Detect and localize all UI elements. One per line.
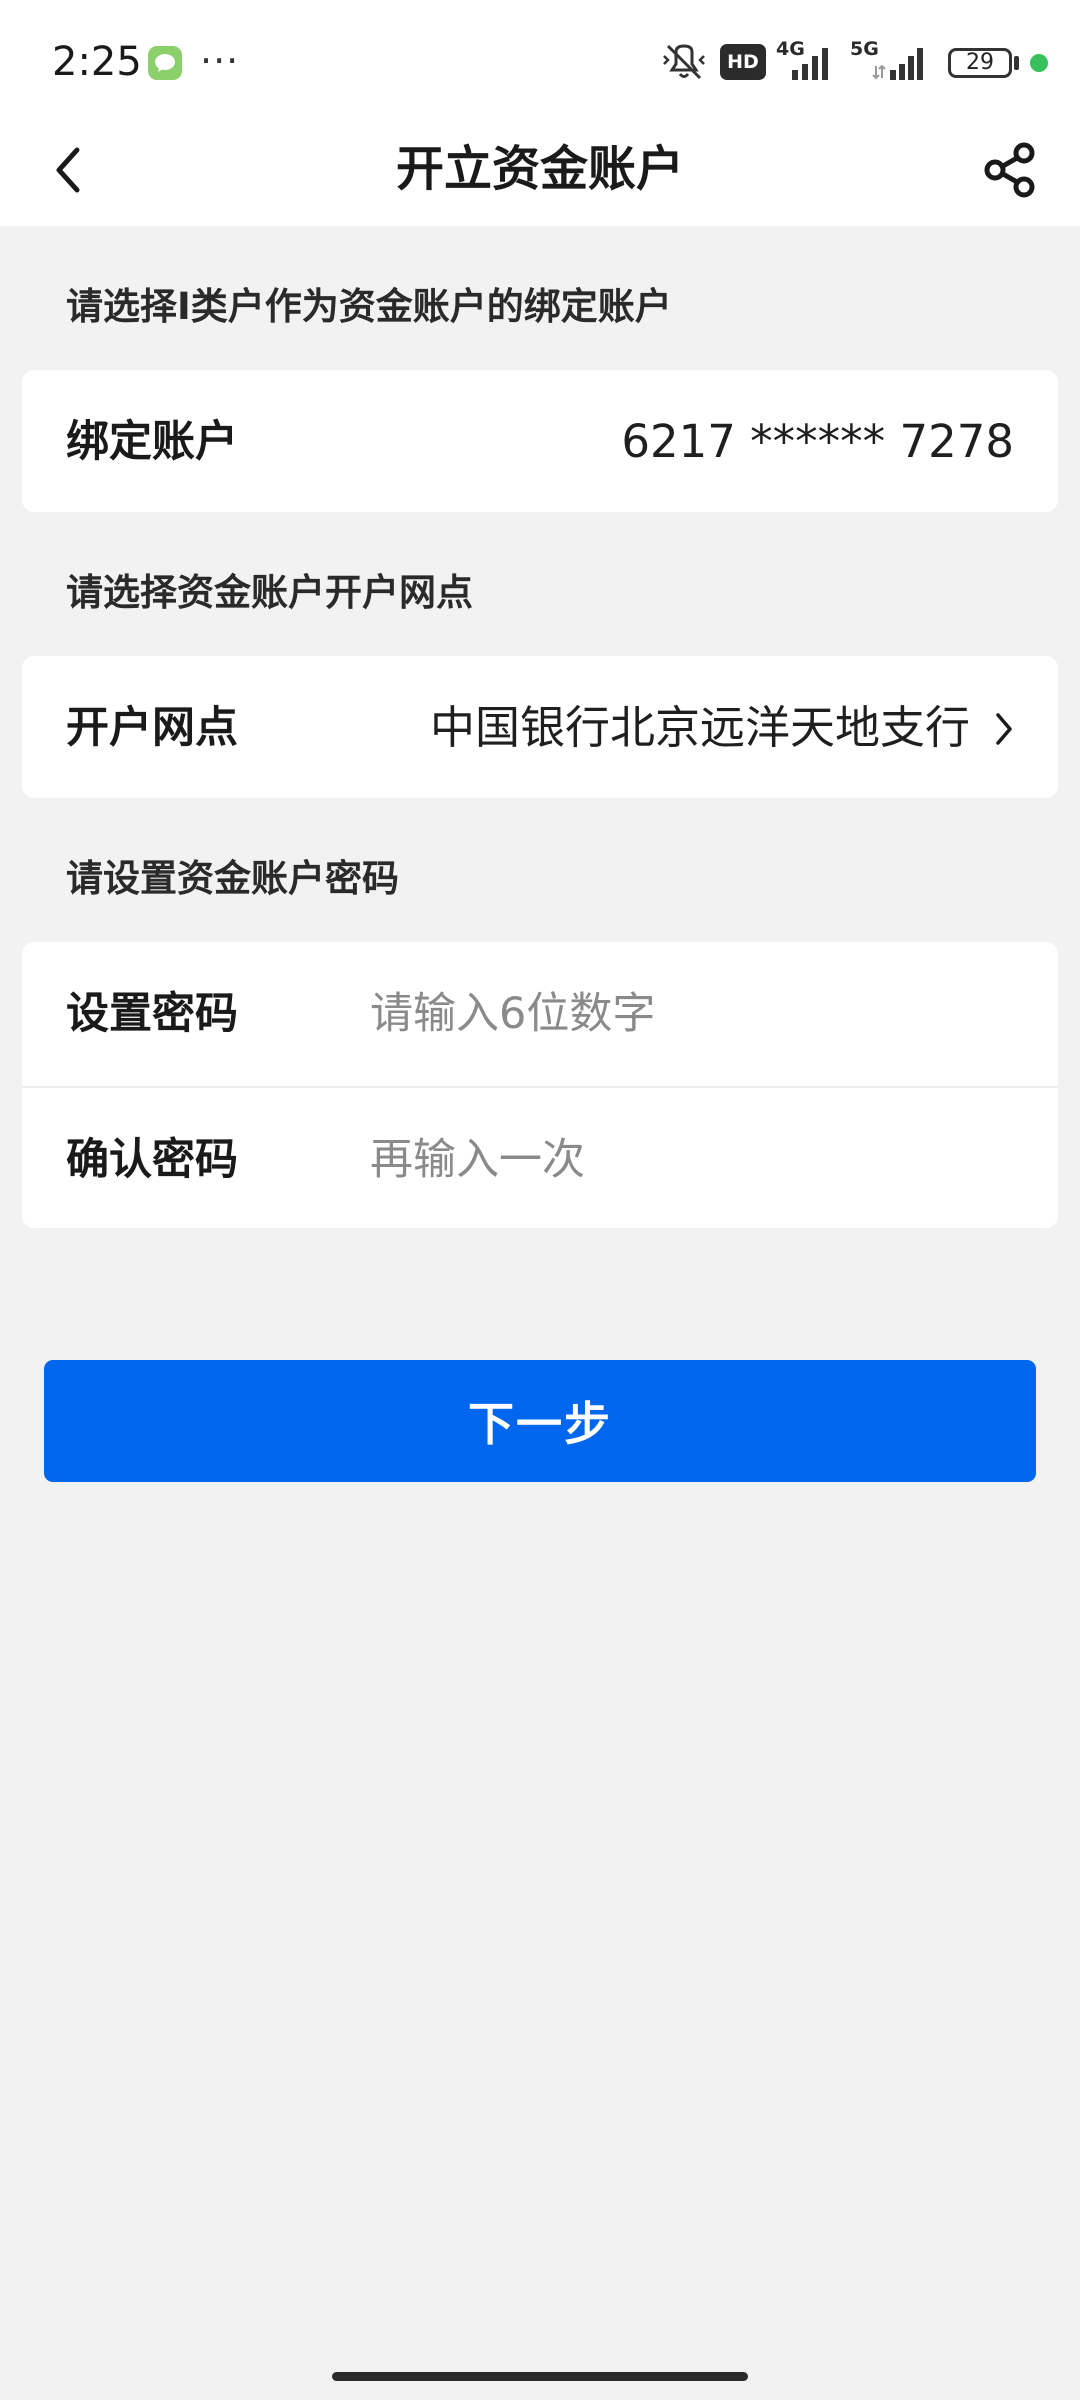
branch-value: 中国银行北京远洋天地支行 bbox=[429, 701, 970, 754]
share-button[interactable] bbox=[974, 134, 1046, 206]
status-bar: 2:25 ··· HD 4G 5G 29 bbox=[0, 0, 1080, 120]
branch-row[interactable]: 开户网点 中国银行北京远洋天地支行 bbox=[22, 656, 1058, 798]
next-step-button[interactable]: 下一步 bbox=[44, 1360, 1036, 1482]
battery-indicator: 29 bbox=[948, 48, 1012, 78]
hd-voice-badge: HD bbox=[720, 44, 766, 80]
password-card: 设置密码 确认密码 bbox=[22, 942, 1058, 1228]
set-password-input[interactable] bbox=[370, 978, 1010, 1050]
vibrate-mute-icon bbox=[663, 44, 705, 80]
privacy-indicator-dot bbox=[1030, 54, 1048, 72]
status-time: 2:25 bbox=[52, 39, 142, 85]
bind-account-number: 6217 ****** 7278 bbox=[621, 415, 1014, 468]
chevron-right-icon bbox=[996, 713, 1012, 745]
password-hint: 请设置资金账户密码 bbox=[66, 857, 399, 900]
share-icon bbox=[984, 142, 1035, 198]
confirm-password-input[interactable] bbox=[370, 1124, 1010, 1196]
confirm-password-label: 确认密码 bbox=[66, 1135, 238, 1185]
more-notifications-icon: ··· bbox=[200, 39, 240, 83]
set-password-label: 设置密码 bbox=[66, 989, 238, 1039]
navigation-header: 开立资金账户 bbox=[0, 120, 1080, 226]
wechat-notification-icon bbox=[148, 46, 182, 80]
confirm-password-row: 确认密码 bbox=[22, 1086, 1058, 1228]
status-icons: HD 4G 5G 29 bbox=[640, 0, 1080, 120]
bind-account-hint: 请选择I类户作为资金账户的绑定账户 bbox=[66, 285, 672, 328]
bind-account-label: 绑定账户 bbox=[66, 417, 238, 467]
battery-tip bbox=[1014, 56, 1019, 70]
branch-hint: 请选择资金账户开户网点 bbox=[66, 571, 473, 614]
bind-account-row: 绑定账户 6217 ****** 7278 bbox=[22, 370, 1058, 512]
page-title: 开立资金账户 bbox=[395, 141, 684, 197]
bind-account-card: 绑定账户 6217 ****** 7278 bbox=[22, 370, 1058, 512]
home-indicator[interactable] bbox=[332, 2372, 748, 2381]
branch-card: 开户网点 中国银行北京远洋天地支行 bbox=[22, 656, 1058, 798]
branch-label: 开户网点 bbox=[66, 703, 238, 753]
set-password-row: 设置密码 bbox=[22, 942, 1058, 1086]
signal-5g-icon bbox=[872, 48, 923, 80]
signal-4g-icon bbox=[792, 48, 828, 80]
